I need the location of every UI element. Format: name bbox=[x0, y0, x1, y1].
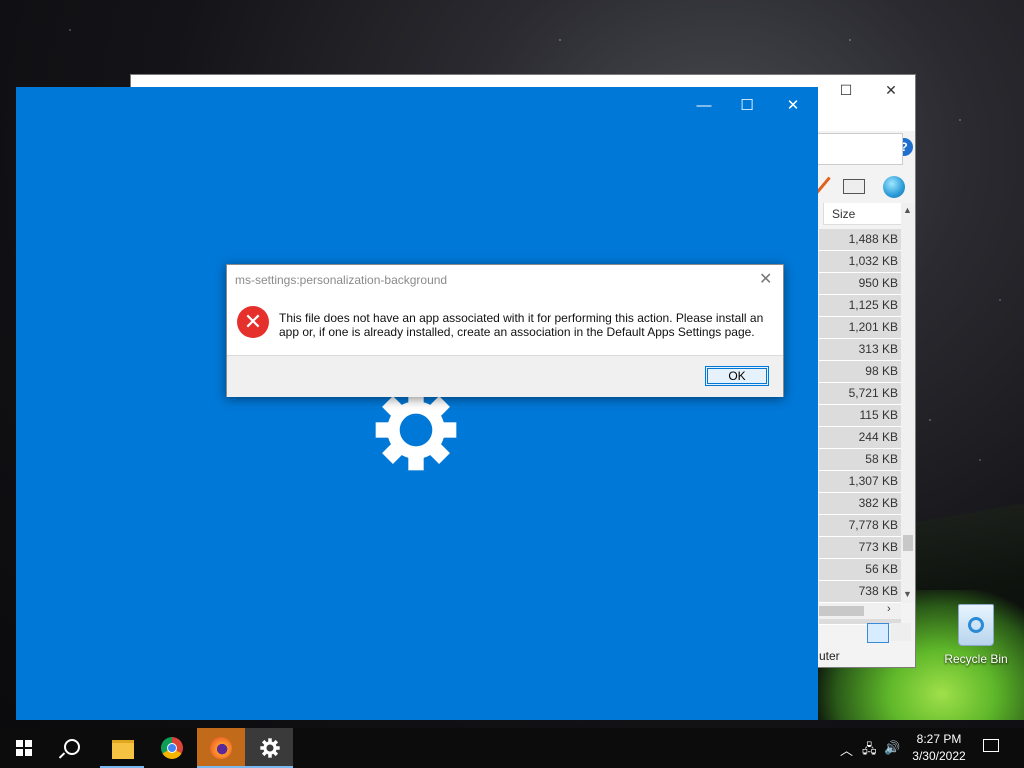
show-hidden-icons-chevron-icon[interactable]: ︿ bbox=[840, 740, 853, 759]
settings-close-button[interactable]: ✕ bbox=[773, 95, 813, 117]
large-icons-view-icon[interactable] bbox=[891, 623, 911, 641]
scroll-right-icon[interactable]: › bbox=[887, 603, 891, 615]
file-size-cell[interactable]: 56 KB bbox=[819, 559, 901, 581]
file-size-cell[interactable]: 5,721 KB bbox=[819, 383, 901, 405]
file-size-cell[interactable]: 244 KB bbox=[819, 427, 901, 449]
dialog-message: This file does not have an app associate… bbox=[279, 311, 764, 339]
search-icon[interactable] bbox=[64, 739, 80, 755]
explorer-status-text: uter bbox=[819, 649, 840, 663]
file-size-cell[interactable]: 382 KB bbox=[819, 493, 901, 515]
file-size-cell[interactable]: 58 KB bbox=[819, 449, 901, 471]
ok-button[interactable]: OK bbox=[705, 366, 769, 386]
error-dialog[interactable]: ms-settings:personalization-background ✕… bbox=[226, 264, 784, 397]
file-size-cell[interactable]: 950 KB bbox=[819, 273, 901, 295]
explorer-maximize-button[interactable]: ☐ bbox=[831, 79, 861, 101]
settings-maximize-button[interactable]: ☐ bbox=[727, 95, 767, 117]
clock-time: 8:27 PM bbox=[916, 732, 962, 746]
explorer-close-button[interactable]: ✕ bbox=[876, 79, 906, 101]
settings-window[interactable]: — ☐ ✕ bbox=[16, 87, 818, 720]
file-size-cell[interactable]: 1,125 KB bbox=[819, 295, 901, 317]
dialog-footer: OK bbox=[227, 355, 783, 397]
file-size-cell[interactable]: 1,488 KB bbox=[819, 229, 901, 251]
file-size-cell[interactable]: 1,201 KB bbox=[819, 317, 901, 339]
horizontal-scroll-thumb[interactable] bbox=[819, 606, 864, 616]
taskbar: ︿ 🖧 🔊 8:27 PM 3/30/2022 bbox=[0, 728, 1024, 768]
network-icon[interactable]: 🖧 bbox=[862, 740, 877, 762]
scroll-up-icon[interactable]: ▲ bbox=[903, 205, 912, 215]
explorer-search-box[interactable] bbox=[811, 133, 903, 165]
file-size-cell[interactable]: 1,307 KB bbox=[819, 471, 901, 493]
error-icon: ✕ bbox=[237, 306, 269, 338]
recycle-bin-icon[interactable] bbox=[958, 604, 994, 646]
recycle-bin-shortcut[interactable]: Recycle Bin bbox=[940, 600, 1012, 670]
file-size-cell[interactable]: 738 KB bbox=[819, 581, 901, 603]
clock-date: 3/30/2022 bbox=[912, 749, 966, 763]
file-size-cell[interactable]: 1,032 KB bbox=[819, 251, 901, 273]
windows-start-icon[interactable] bbox=[16, 740, 32, 756]
action-center-icon[interactable] bbox=[983, 739, 999, 752]
globe-icon[interactable] bbox=[883, 176, 905, 198]
vertical-scroll-thumb[interactable] bbox=[903, 535, 913, 551]
settings-minimize-button[interactable]: — bbox=[684, 95, 724, 117]
file-size-cell[interactable]: 115 KB bbox=[819, 405, 901, 427]
column-header-size[interactable]: Size bbox=[823, 203, 901, 225]
taskbar-clock[interactable]: 8:27 PM 3/30/2022 bbox=[908, 731, 970, 765]
dialog-title: ms-settings:personalization-background bbox=[235, 273, 448, 287]
file-size-cell[interactable]: 98 KB bbox=[819, 361, 901, 383]
file-size-cell[interactable]: 7,778 KB bbox=[819, 515, 901, 537]
file-size-cell[interactable]: 313 KB bbox=[819, 339, 901, 361]
file-size-cell[interactable]: 773 KB bbox=[819, 537, 901, 559]
mail-icon[interactable] bbox=[843, 179, 865, 194]
recycle-bin-label[interactable]: Recycle Bin bbox=[940, 652, 1012, 666]
chrome-taskbar-icon[interactable] bbox=[161, 737, 183, 759]
dialog-close-icon[interactable]: ✕ bbox=[759, 269, 772, 289]
explorer-vertical-scrollbar[interactable]: ▲ ▼ bbox=[901, 203, 915, 603]
details-view-icon[interactable] bbox=[867, 623, 889, 643]
settings-taskbar-gear-icon[interactable] bbox=[259, 737, 281, 759]
scroll-down-icon[interactable]: ▼ bbox=[903, 589, 912, 599]
firefox-taskbar-icon[interactable] bbox=[210, 737, 232, 759]
file-size-list: 1,488 KB 1,032 KB 950 KB 1,125 KB 1,201 KB 31… bbox=[819, 229, 901, 625]
volume-icon[interactable]: 🔊 bbox=[884, 740, 900, 756]
file-explorer-taskbar-icon[interactable] bbox=[112, 740, 134, 759]
